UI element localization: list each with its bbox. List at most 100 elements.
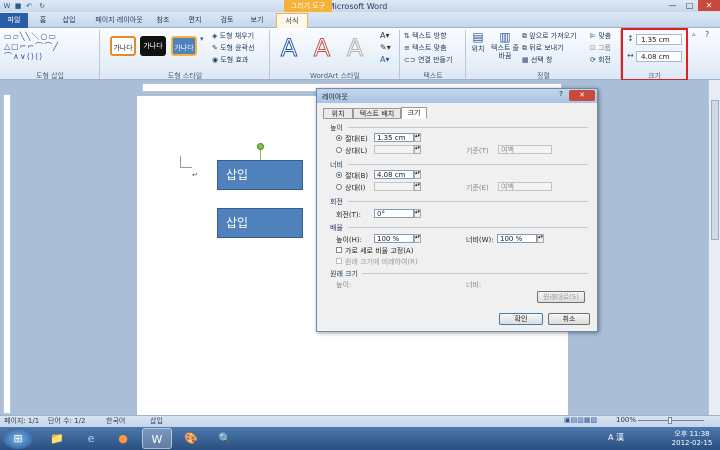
paint-bucket-icon: ◈ (212, 32, 220, 40)
shape-style-black[interactable]: 가나다 (140, 36, 166, 56)
tab-page-layout[interactable]: 페이지 레이아웃 (88, 13, 150, 28)
close-icon[interactable]: ✕ (698, 0, 720, 11)
start-button-icon[interactable]: ⊞ (3, 428, 33, 449)
text-direction-button[interactable]: ⇅ 텍스트 방향 (404, 31, 447, 41)
clock-time[interactable]: 오후 11:38 (668, 429, 716, 439)
bring-forward-button[interactable]: ⧉ 앞으로 가져오기 (522, 31, 577, 41)
rotation-handle[interactable] (257, 143, 264, 150)
reset-button[interactable]: 원래대로(S) (537, 291, 585, 303)
dialog-tab-size[interactable]: 크기 (401, 107, 427, 119)
scale-section-label: 배율 (330, 224, 343, 232)
rotation-input[interactable]: 0° (374, 209, 414, 218)
height-relative-to-select[interactable]: 여백 (498, 145, 552, 154)
width-absolute-input[interactable]: 4.08 cm (374, 170, 414, 179)
shape-style-orange[interactable]: 가나다 (110, 36, 136, 56)
dialog-close-icon[interactable]: ✕ (569, 90, 595, 101)
shapes-gallery[interactable]: ▭▱╲╲＼○▭ △▢⌐⌐⌒⌒╱ ⌒∧∨⟨⟩⟨⟩ (4, 32, 84, 62)
group-button[interactable]: ⊡ 그룹 (590, 43, 611, 53)
shape-outline-button[interactable]: ✎ 도형 윤곽선 (212, 43, 255, 53)
align-button[interactable]: ⊫ 맞춤 (590, 31, 611, 41)
wordart-style-gray[interactable]: A (342, 34, 368, 63)
align-text-button[interactable]: ≡ 텍스트 맞춤 (404, 43, 447, 53)
status-mode[interactable]: 삽입 (150, 416, 163, 426)
lock-aspect-checkbox[interactable] (336, 247, 342, 253)
gallery-more-icon[interactable]: ▾ (200, 35, 204, 43)
minimize-ribbon-icon[interactable]: ▵ (692, 30, 696, 38)
width-relative-to-select[interactable]: 여백 (498, 182, 552, 191)
word-logo-icon[interactable]: W (3, 2, 11, 10)
zoom-slider-thumb[interactable] (668, 417, 672, 424)
width-relative-input[interactable] (374, 182, 414, 191)
tab-view[interactable]: 보기 (244, 13, 270, 28)
shape-fill-button[interactable]: ◈ 도형 채우기 (212, 31, 254, 41)
height-relative-spinner[interactable]: ▴▾ (414, 145, 421, 154)
width-relative-radio[interactable] (336, 184, 342, 190)
ie-icon[interactable]: e (76, 428, 106, 449)
ok-button[interactable]: 확인 (499, 313, 543, 325)
tab-insert[interactable]: 삽입 (56, 13, 82, 28)
rotate-button[interactable]: ⟳ 회전 (590, 55, 611, 65)
width-absolute-radio[interactable] (336, 172, 342, 178)
wrap-text-button[interactable]: ▥ 텍스트 줄 바꿈 (490, 30, 520, 60)
position-icon: ▤ (472, 30, 484, 44)
explorer-icon[interactable]: 📁 (42, 428, 72, 449)
rotation-spinner[interactable]: ▴▾ (414, 209, 421, 218)
height-spinner[interactable]: ▴▾ (414, 133, 421, 142)
text-outline-icon[interactable]: ✎▾ (380, 43, 391, 52)
selection-pane-button[interactable]: ▦ 선택 창 (522, 55, 552, 65)
dialog-tab-position[interactable]: 위치 (323, 108, 353, 119)
vertical-ruler[interactable] (3, 94, 11, 414)
save-icon[interactable]: ■ (14, 2, 22, 10)
tab-mailings[interactable]: 편지 (182, 13, 208, 28)
position-button[interactable]: ▤ 위치 (468, 30, 488, 54)
status-page[interactable]: 페이지: 1/1 (4, 416, 39, 426)
redo-icon[interactable]: ↻ (38, 2, 46, 10)
view-buttons[interactable]: ▣▤▥▦▧ (564, 416, 597, 424)
paint-icon[interactable]: 🎨 (176, 428, 206, 449)
status-words[interactable]: 단어 수: 1/2 (48, 416, 85, 426)
maximize-icon[interactable]: □ (681, 0, 698, 11)
shape-outline-label: 도형 윤곽선 (220, 44, 255, 52)
tab-format[interactable]: 서식 (276, 13, 308, 28)
create-link-label: 연결 만들기 (417, 56, 453, 64)
magnifier-icon[interactable]: 🔍 (210, 428, 240, 449)
wordart-style-red[interactable]: A (309, 34, 335, 63)
create-link-button[interactable]: ⊂⊃ 연결 만들기 (404, 55, 452, 65)
word-taskbar-icon[interactable]: W (142, 428, 172, 449)
height-relative-radio[interactable] (336, 147, 342, 153)
text-fill-icon[interactable]: A▾ (380, 31, 390, 40)
height-relative-input[interactable] (374, 145, 414, 154)
send-backward-button[interactable]: ⧉ 뒤로 보내기 (522, 43, 564, 53)
scale-height-input[interactable]: 100 % (374, 234, 414, 243)
shape-2[interactable]: 삽입 (217, 208, 303, 238)
width-spinner[interactable]: ▴▾ (414, 170, 421, 179)
firefox-icon[interactable]: ● (108, 428, 138, 449)
tab-file[interactable]: 파일 (0, 13, 28, 28)
tab-review[interactable]: 검토 (214, 13, 240, 28)
zoom-level[interactable]: 100% (616, 416, 636, 424)
wordart-style-blue[interactable]: A (276, 34, 302, 63)
height-absolute-radio[interactable] (336, 135, 342, 141)
tab-references[interactable]: 참조 (150, 13, 176, 28)
relative-original-checkbox[interactable] (336, 258, 342, 264)
ime-indicator[interactable]: A 漢 (608, 432, 624, 443)
clock-date[interactable]: 2012-02-15 (668, 439, 716, 447)
width-relative-spinner[interactable]: ▴▾ (414, 182, 421, 191)
shape-style-blue[interactable]: 가나다 (171, 36, 197, 56)
undo-icon[interactable]: ↶ (25, 2, 33, 10)
help-icon[interactable]: ? (705, 30, 709, 39)
scale-height-spinner[interactable]: ▴▾ (414, 234, 421, 243)
status-language[interactable]: 한국어 (106, 416, 125, 426)
text-effects-icon[interactable]: A▾ (380, 55, 390, 64)
scale-width-spinner[interactable]: ▴▾ (537, 234, 544, 243)
height-absolute-input[interactable]: 1.35 cm (374, 133, 414, 142)
shape-effects-button[interactable]: ◉ 도형 효과 (212, 55, 248, 65)
cancel-button[interactable]: 취소 (548, 313, 590, 325)
scale-width-input[interactable]: 100 % (497, 234, 537, 243)
dialog-help-icon[interactable]: ? (555, 90, 567, 100)
tab-home[interactable]: 홈 (32, 13, 54, 28)
scrollbar-thumb[interactable] (711, 100, 719, 240)
dialog-tab-text-wrapping[interactable]: 텍스트 배치 (353, 108, 401, 119)
selected-shape[interactable]: 삽입 (217, 160, 303, 190)
minimize-icon[interactable]: — (664, 0, 681, 11)
